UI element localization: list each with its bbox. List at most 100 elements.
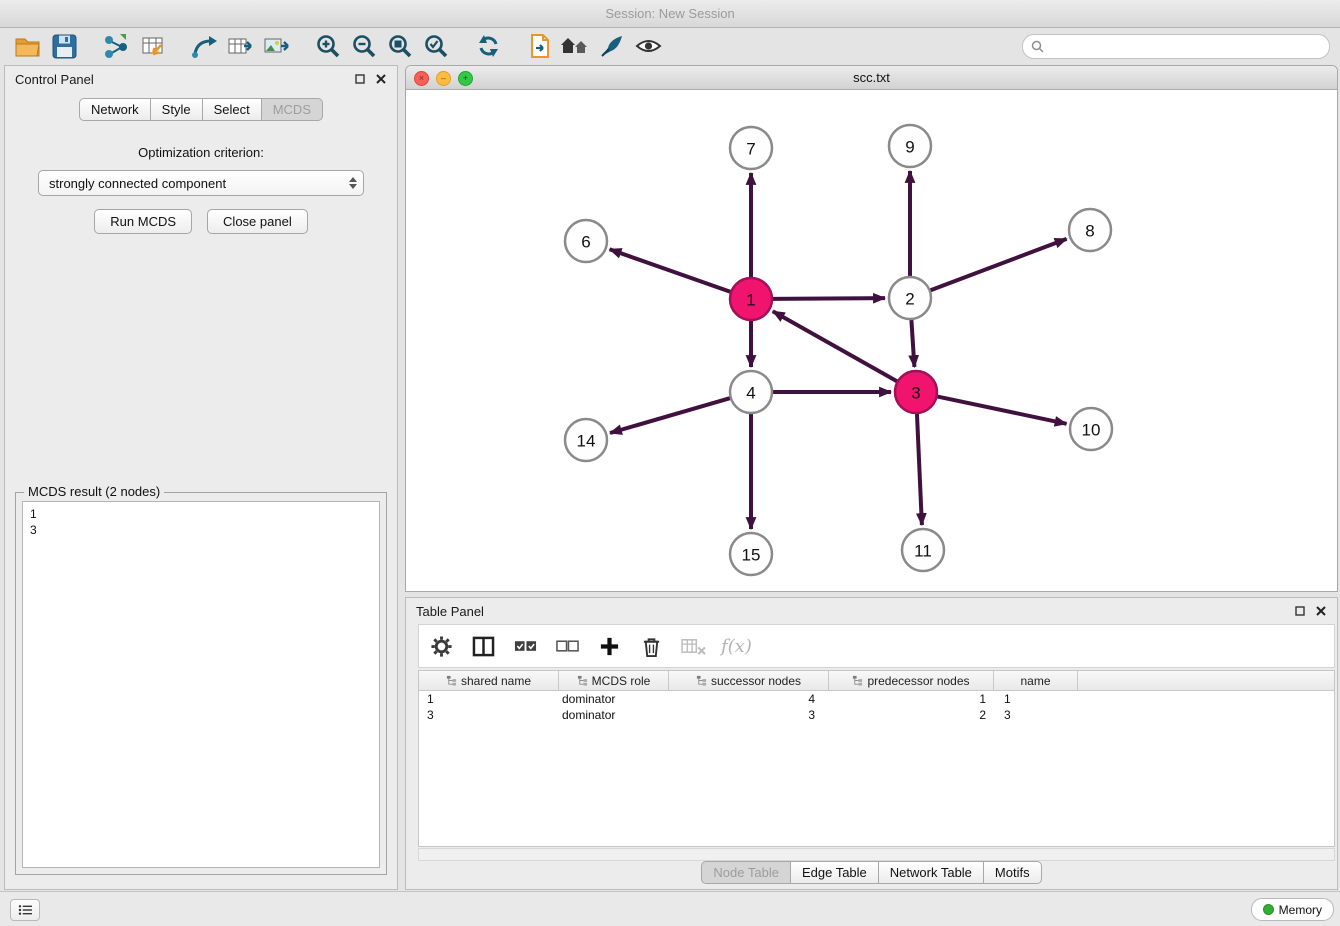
- graph-edge-3-10[interactable]: [938, 397, 1067, 424]
- delete-column-button[interactable]: [637, 631, 665, 661]
- graph-node-label: 11: [914, 542, 932, 561]
- close-panel-icon[interactable]: [375, 73, 387, 85]
- attribute-icon: [577, 675, 588, 686]
- tab-edge-table[interactable]: Edge Table: [791, 861, 879, 884]
- close-table-panel-icon[interactable]: [1315, 605, 1327, 617]
- save-session-button[interactable]: [46, 30, 82, 62]
- show-columns-button[interactable]: [469, 631, 497, 661]
- search-icon: [1031, 40, 1044, 53]
- mcds-result-group: MCDS result (2 nodes) 1 3: [15, 492, 387, 875]
- clone-network-button[interactable]: [186, 30, 222, 62]
- zoom-out-button[interactable]: [346, 30, 382, 62]
- import-network-button[interactable]: [98, 30, 134, 62]
- eye-icon: [635, 35, 662, 57]
- run-mcds-button[interactable]: Run MCDS: [94, 209, 192, 234]
- graph-edge-3-1[interactable]: [773, 311, 897, 381]
- tab-node-table[interactable]: Node Table: [701, 861, 791, 884]
- float-panel-icon[interactable]: [354, 73, 366, 85]
- close-panel-button[interactable]: Close panel: [207, 209, 308, 234]
- mcds-result-box[interactable]: 1 3: [22, 501, 380, 868]
- select-all-rows-button[interactable]: [511, 631, 539, 661]
- home-icon: [560, 34, 592, 58]
- zoom-fit-icon: [387, 33, 413, 59]
- export-table-button[interactable]: [222, 30, 258, 62]
- column-label: predecessor nodes: [867, 674, 969, 688]
- plus-icon: [599, 636, 620, 657]
- columns-icon: [472, 636, 495, 657]
- column-header-mcds-role[interactable]: MCDS role: [559, 671, 669, 690]
- memory-button[interactable]: Memory: [1251, 898, 1334, 921]
- paint-icon: [599, 33, 625, 59]
- graph-node-label: 9: [905, 138, 914, 157]
- import-table-button[interactable]: [134, 30, 170, 62]
- tab-select[interactable]: Select: [203, 98, 262, 121]
- zoom-out-icon: [351, 33, 377, 59]
- style-button[interactable]: [594, 30, 630, 62]
- table-tabs: Node Table Edge Table Network Table Moti…: [406, 861, 1337, 884]
- open-folder-icon: [14, 34, 42, 58]
- column-label: successor nodes: [711, 674, 801, 688]
- refresh-button[interactable]: [470, 30, 506, 62]
- graph-edge-4-14[interactable]: [610, 398, 730, 433]
- close-window-icon[interactable]: ×: [414, 71, 429, 86]
- column-header-predecessor-nodes[interactable]: predecessor nodes: [829, 671, 994, 690]
- mcds-result-title: MCDS result (2 nodes): [24, 484, 164, 499]
- graph-edge-2-3[interactable]: [911, 320, 914, 367]
- graph-edge-3-11[interactable]: [917, 414, 922, 525]
- optimization-criterion-dropdown[interactable]: strongly connected component: [38, 170, 364, 196]
- zoom-selected-button[interactable]: [418, 30, 454, 62]
- search-box[interactable]: [1022, 34, 1330, 59]
- network-canvas[interactable]: 7968124314101511: [406, 90, 1337, 591]
- graph-edge-2-8[interactable]: [931, 239, 1067, 290]
- function-builder-button[interactable]: f(x): [721, 631, 752, 661]
- minimize-window-icon[interactable]: –: [436, 71, 451, 86]
- search-input[interactable]: [1049, 38, 1321, 54]
- attribute-icon: [852, 675, 863, 686]
- graph-node-label: 14: [577, 432, 596, 451]
- tab-network[interactable]: Network: [79, 98, 151, 121]
- table-cell: dominator: [559, 708, 669, 722]
- table-cell: 1: [419, 692, 559, 706]
- graph-edge-1-6[interactable]: [610, 249, 731, 291]
- table-row[interactable]: 3dominator323: [419, 707, 1334, 723]
- create-column-button[interactable]: [595, 631, 623, 661]
- network-window-titlebar[interactable]: × – + scc.txt: [406, 66, 1337, 90]
- tab-mcds[interactable]: MCDS: [262, 98, 323, 121]
- table-cell: dominator: [559, 692, 669, 706]
- tab-motifs[interactable]: Motifs: [984, 861, 1042, 884]
- table-toolbar: f(x): [418, 624, 1335, 668]
- copy-style-button[interactable]: [522, 30, 558, 62]
- open-session-button[interactable]: [10, 30, 46, 62]
- task-history-button[interactable]: [10, 899, 40, 921]
- table-scrollbar[interactable]: [418, 848, 1335, 861]
- column-header-successor-nodes[interactable]: successor nodes: [669, 671, 829, 690]
- table-cell: 1: [994, 692, 1078, 706]
- home-button[interactable]: [558, 30, 594, 62]
- show-graphics-button[interactable]: [630, 30, 666, 62]
- zoom-selected-icon: [423, 33, 449, 59]
- zoom-fit-button[interactable]: [382, 30, 418, 62]
- table-panel-header: Table Panel: [406, 598, 1337, 624]
- deselect-all-rows-button[interactable]: [553, 631, 581, 661]
- zoom-window-icon[interactable]: +: [458, 71, 473, 86]
- export-image-button[interactable]: [258, 30, 294, 62]
- float-table-panel-icon[interactable]: [1294, 605, 1306, 617]
- trash-icon: [641, 635, 662, 658]
- tab-style[interactable]: Style: [151, 98, 203, 121]
- share-network-icon: [191, 33, 218, 59]
- tab-network-table[interactable]: Network Table: [879, 861, 984, 884]
- column-header-shared-name[interactable]: shared name: [419, 671, 559, 690]
- zoom-in-button[interactable]: [310, 30, 346, 62]
- column-header-name[interactable]: name: [994, 671, 1078, 690]
- mcds-result-line: 3: [30, 522, 372, 538]
- zoom-in-icon: [315, 33, 341, 59]
- table-settings-button[interactable]: [427, 631, 455, 661]
- table-row[interactable]: 1dominator411: [419, 691, 1334, 707]
- table-header: shared name MCDS role successor nodes pr…: [419, 671, 1334, 691]
- graph-node-label: 1: [746, 291, 755, 310]
- delete-table-button[interactable]: [679, 631, 707, 661]
- delete-table-icon: [681, 636, 706, 656]
- graph-node-label: 2: [905, 290, 914, 309]
- graph-edge-1-2[interactable]: [773, 298, 885, 299]
- node-table[interactable]: shared name MCDS role successor nodes pr…: [418, 670, 1335, 847]
